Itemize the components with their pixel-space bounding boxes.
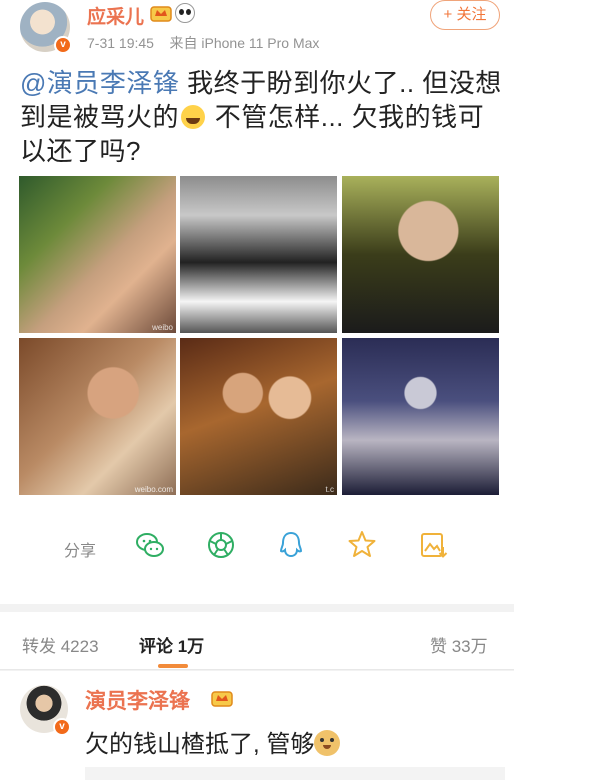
mention-link[interactable]: @演员李泽锋	[20, 68, 179, 98]
wechat-icon[interactable]	[134, 529, 166, 561]
user-avatar[interactable]: v	[20, 2, 72, 54]
post-card: v 应采儿 7-31 19:45 来自 iPhone 11 Pro Max + …	[0, 0, 514, 604]
comment-avatar[interactable]: v	[20, 685, 71, 736]
right-background	[514, 0, 593, 780]
qq-icon[interactable]	[275, 529, 307, 561]
post-time: 7-31 19:45	[87, 35, 154, 51]
verified-badge: v	[53, 718, 71, 736]
post-username[interactable]: 应采儿	[87, 2, 144, 29]
laughing-tears-emoji-icon	[181, 105, 206, 129]
image-watermark: weibo.com	[134, 485, 173, 494]
comment-text-content: 欠的钱山楂抵了, 管够	[85, 731, 315, 758]
verified-badge: v	[54, 36, 72, 54]
post-text: @演员李泽锋 我终于盼到你火了.. 但没想到是被骂火的 不管怎样... 欠我的钱…	[20, 66, 505, 168]
share-label: 分享	[64, 543, 97, 560]
image-watermark: weibo	[152, 323, 173, 332]
post-image-5[interactable]: t.c	[180, 338, 337, 495]
comment-username[interactable]: 演员李泽锋	[85, 685, 190, 715]
share-bar: 分享	[0, 525, 514, 565]
qzone-icon[interactable]	[346, 529, 378, 561]
save-image-icon[interactable]	[417, 529, 449, 561]
tab-comment[interactable]: 评论 1万	[139, 632, 204, 657]
comment-item: v 演员李泽锋 欠的钱山楂抵了, 管够	[0, 671, 514, 780]
reply-preview-area	[85, 767, 505, 780]
doge-emoji-icon	[314, 730, 341, 756]
post-meta: 7-31 19:45 来自 iPhone 11 Pro Max	[87, 33, 319, 53]
moments-icon[interactable]	[205, 529, 237, 561]
post-source: 来自 iPhone 11 Pro Max	[169, 35, 320, 51]
comment-text: 欠的钱山楂抵了, 管够	[85, 724, 341, 759]
image-watermark: t.c	[325, 485, 334, 494]
post-image-3[interactable]	[342, 176, 499, 333]
post-image-1[interactable]: weibo	[19, 176, 176, 333]
panda-icon	[175, 3, 195, 23]
post-image-6[interactable]	[342, 338, 499, 495]
follow-button[interactable]: + 关注	[430, 0, 500, 30]
post-tabs: 转发 4223 评论 1万 赞 33万	[0, 612, 514, 670]
crown-icon	[211, 691, 233, 707]
crown-icon	[150, 6, 172, 22]
image-grid: weibo weibo.com t.c	[19, 176, 499, 495]
post-image-4[interactable]: weibo.com	[19, 338, 176, 495]
tab-like[interactable]: 赞 33万	[430, 632, 488, 657]
active-tab-indicator	[158, 664, 188, 668]
post-image-2[interactable]	[180, 176, 337, 333]
tab-repost[interactable]: 转发 4223	[22, 632, 99, 657]
